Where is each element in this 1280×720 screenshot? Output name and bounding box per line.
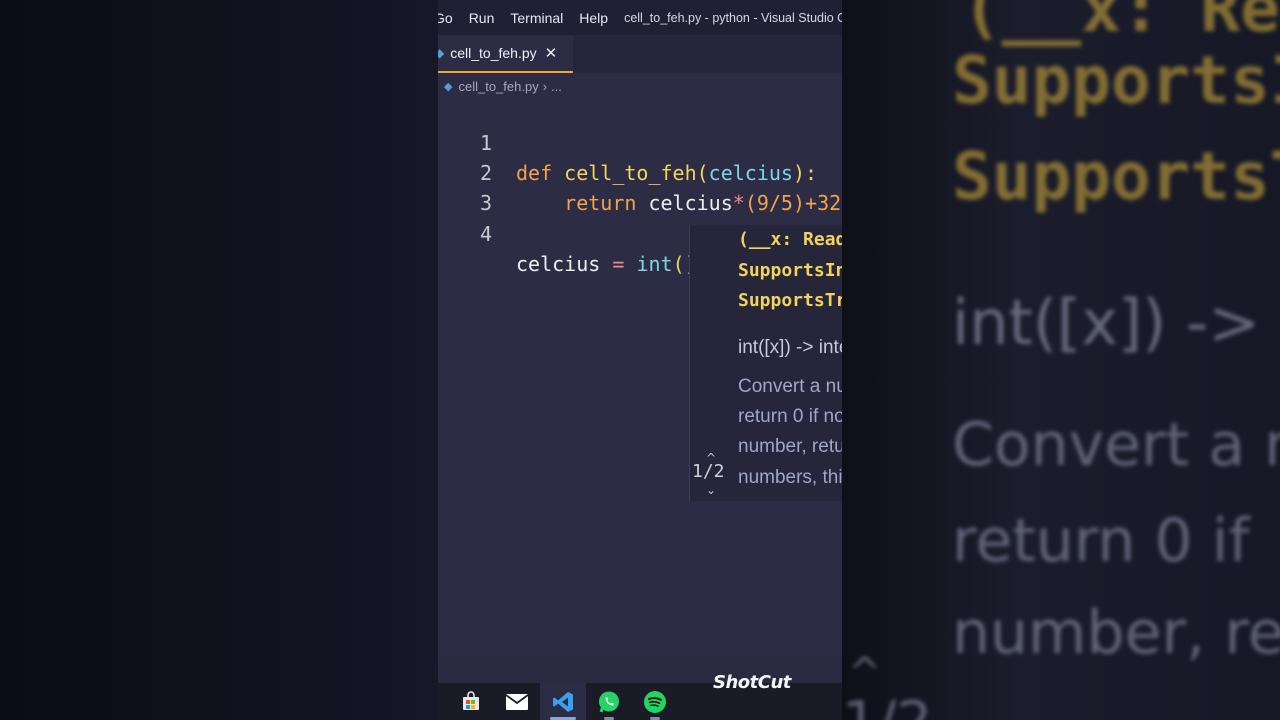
tab-bar: ◆ cell_to_feh.py ✕ bbox=[438, 35, 842, 73]
mail-icon[interactable] bbox=[504, 689, 530, 715]
doc-text: return 0 if no arguments are given. If x… bbox=[738, 406, 842, 427]
tab-label: cell_to_feh.py bbox=[450, 45, 537, 61]
blurred-right-panel: (__x: Rea SupportsI SupportsT int([x]) -… bbox=[842, 0, 1280, 720]
vscode-window: Go Run Terminal Help cell_to_feh.py - py… bbox=[438, 0, 842, 720]
blurred-line: SupportsI bbox=[952, 42, 1280, 119]
window-title: cell_to_feh.py - python - Visual Studio … bbox=[624, 10, 842, 25]
blurred-line: 1/2 bbox=[842, 690, 932, 720]
blurred-line: (__x: Rea bbox=[962, 0, 1280, 47]
chevron-down-icon[interactable]: ⌄ bbox=[706, 483, 716, 497]
code-line-4: 4 celcius = int() bbox=[438, 189, 842, 276]
signature-line: SupportsTrunc bbox=[738, 290, 842, 311]
doc-signature: int([x]) -> integer bbox=[738, 337, 842, 358]
menu-bar: Go Run Terminal Help cell_to_feh.py - py… bbox=[438, 0, 842, 35]
blurred-line: return 0 if bbox=[952, 506, 1250, 576]
line-number: 4 bbox=[479, 222, 492, 246]
whatsapp-icon[interactable] bbox=[596, 689, 622, 715]
python-file-icon: ◆ bbox=[438, 46, 445, 60]
signature-help-popup[interactable]: (__x: ReadableBuffer SupportsInt Support… bbox=[689, 225, 842, 501]
signature-line: SupportsInt bbox=[738, 260, 842, 281]
tab-cell-to-feh[interactable]: ◆ cell_to_feh.py ✕ bbox=[438, 35, 573, 73]
menu-help[interactable]: Help bbox=[571, 10, 616, 26]
vscode-icon[interactable] bbox=[550, 689, 576, 715]
spotify-icon[interactable] bbox=[642, 689, 668, 715]
menu-run[interactable]: Run bbox=[461, 10, 503, 26]
blurred-line: SupportsT bbox=[952, 138, 1280, 215]
breadcrumb-file[interactable]: cell_to_feh.py bbox=[458, 79, 538, 94]
python-file-icon: ◆ bbox=[444, 80, 453, 93]
blurred-left-panel bbox=[0, 0, 438, 720]
signature-line: (__x: ReadableBuffer bbox=[738, 229, 842, 250]
blurred-line: number, re bbox=[952, 598, 1280, 668]
breadcrumb: ◆ cell_to_feh.py › ... bbox=[438, 75, 562, 97]
menu-go[interactable]: Go bbox=[438, 10, 461, 26]
blurred-line: Convert a n bbox=[952, 410, 1280, 480]
builtin-function: int bbox=[636, 252, 673, 276]
watermark: ShotCut bbox=[713, 672, 791, 693]
operator: = bbox=[612, 252, 625, 276]
close-icon[interactable]: ✕ bbox=[545, 44, 558, 62]
variable: celcius bbox=[516, 252, 601, 276]
store-icon[interactable] bbox=[458, 689, 484, 715]
code-line-3: 3 bbox=[438, 158, 842, 215]
overload-pager: 1/2 bbox=[692, 461, 725, 482]
doc-text: Convert a number or string to an integer… bbox=[738, 376, 842, 397]
menu-terminal[interactable]: Terminal bbox=[502, 10, 571, 26]
breadcrumb-rest[interactable]: ... bbox=[551, 79, 562, 94]
doc-text: number, return x.__int__(). For floating… bbox=[738, 436, 842, 457]
blurred-line: int([x]) -> i bbox=[952, 286, 1280, 359]
code-line-1: 1 def cell_to_feh(celcius): bbox=[438, 98, 842, 185]
chevron-right-icon: › bbox=[542, 78, 548, 94]
code-line-2: 2 return celcius*(9/5)+32 bbox=[438, 128, 842, 215]
doc-text: numbers, this truncates towards zero. bbox=[738, 467, 842, 488]
